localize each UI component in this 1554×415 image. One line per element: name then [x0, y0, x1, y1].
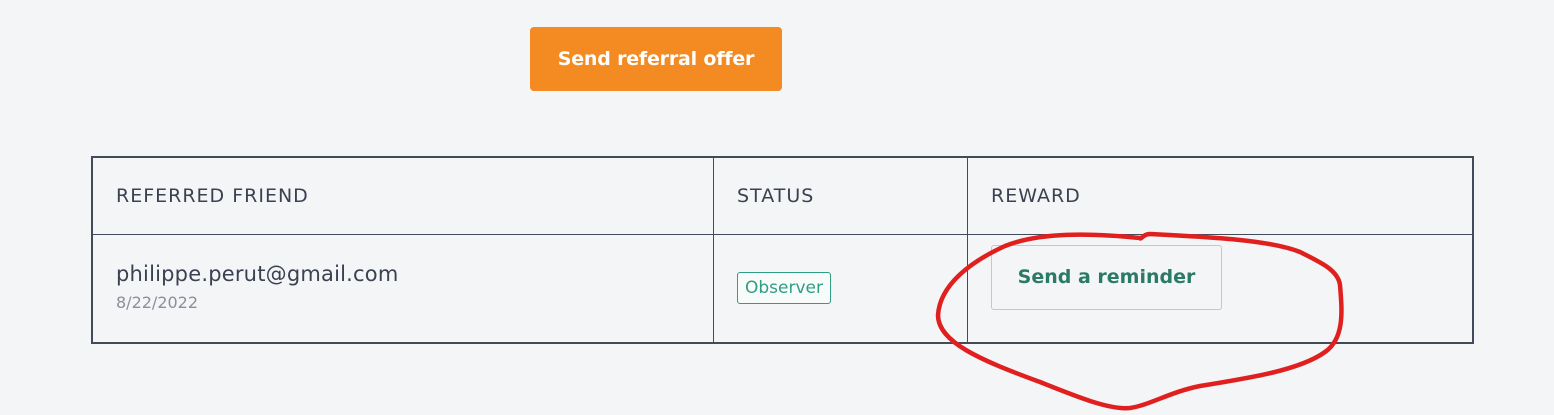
referral-page: Send referral offer REFERRED FRIEND STAT… [0, 0, 1554, 415]
friend-cell: philippe.perut@gmail.com 8/22/2022 [91, 233, 714, 344]
table-row: philippe.perut@gmail.com 8/22/2022 Obser… [91, 233, 1474, 344]
reward-cell: Send a reminder [967, 233, 1474, 344]
send-reminder-button[interactable]: Send a reminder [991, 244, 1222, 310]
header-status: STATUS [713, 156, 968, 235]
table-header-row: REFERRED FRIEND STATUS REWARD [91, 156, 1474, 235]
referral-date: 8/22/2022 [116, 292, 199, 312]
header-referred-friend: REFERRED FRIEND [91, 156, 714, 235]
status-badge: Observer [737, 272, 831, 305]
status-cell: Observer [713, 233, 968, 344]
send-referral-offer-button[interactable]: Send referral offer [530, 27, 782, 91]
header-reward: REWARD [967, 156, 1474, 235]
friend-email: philippe.perut@gmail.com [116, 261, 399, 286]
referrals-table: REFERRED FRIEND STATUS REWARD philippe.p… [91, 156, 1474, 344]
